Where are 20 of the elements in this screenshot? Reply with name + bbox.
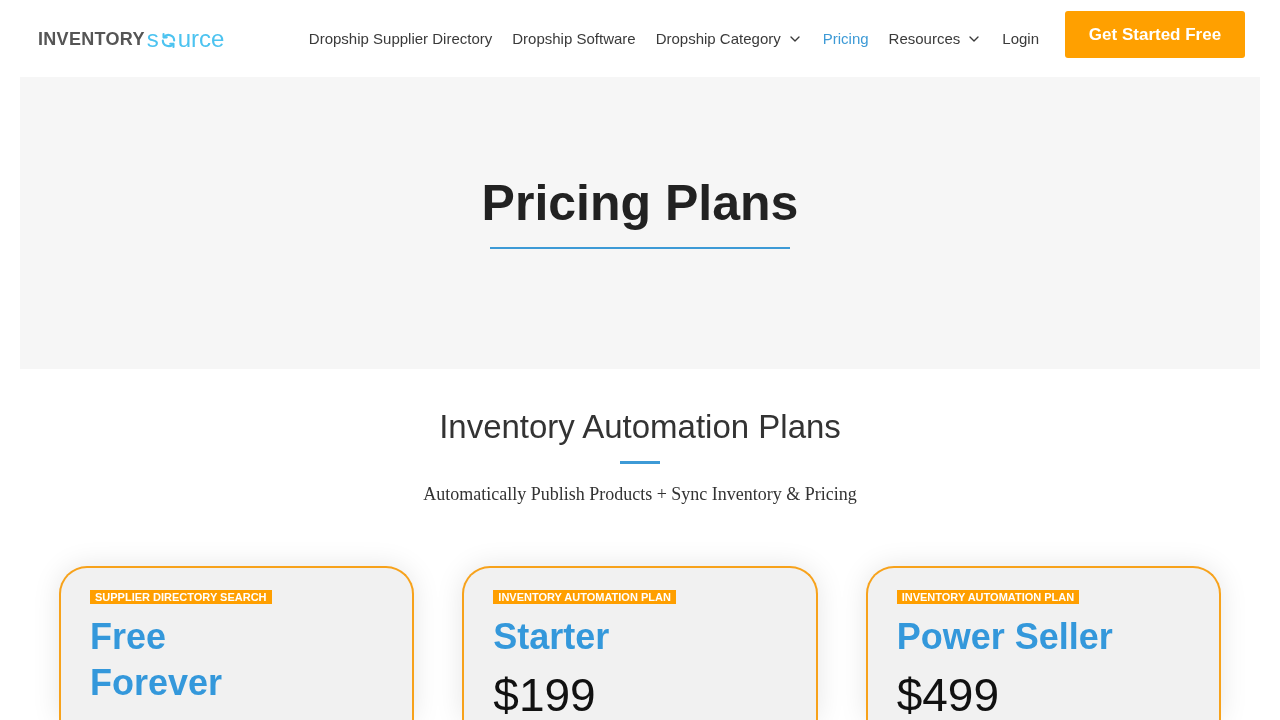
section-title: Inventory Automation Plans <box>439 407 841 447</box>
plan-category-label: INVENTORY AUTOMATION PLAN <box>493 590 676 604</box>
logo-text: INVENTORY <box>38 27 145 50</box>
plan-name: Power Seller <box>896 615 1113 659</box>
logo-text: s <box>146 25 159 52</box>
page-title: Pricing Plans <box>481 174 799 233</box>
nav-link[interactable]: Dropship Supplier Directory <box>308 28 493 49</box>
plan-name: Free Forever <box>90 615 223 705</box>
plan-category-label: INVENTORY AUTOMATION PLAN <box>896 590 1080 604</box>
sync-icon <box>159 32 177 49</box>
section-subtitle: Automatically Publish Products + Sync Inventory & Pricing <box>423 483 857 506</box>
plan-category-label: SUPPLIER DIRECTORY SEARCH <box>90 590 272 604</box>
plan-name: Starter <box>493 615 610 659</box>
plan-price: $199 <box>493 672 596 718</box>
nav-link[interactable]: Dropship Software <box>512 28 636 49</box>
nav-link[interactable]: Resources <box>888 28 983 49</box>
logo-text: urce <box>177 25 225 52</box>
nav-link[interactable]: Login <box>1002 28 1039 49</box>
nav-link[interactable]: Dropship Category <box>655 28 803 49</box>
plan-price: $499 <box>896 672 999 718</box>
